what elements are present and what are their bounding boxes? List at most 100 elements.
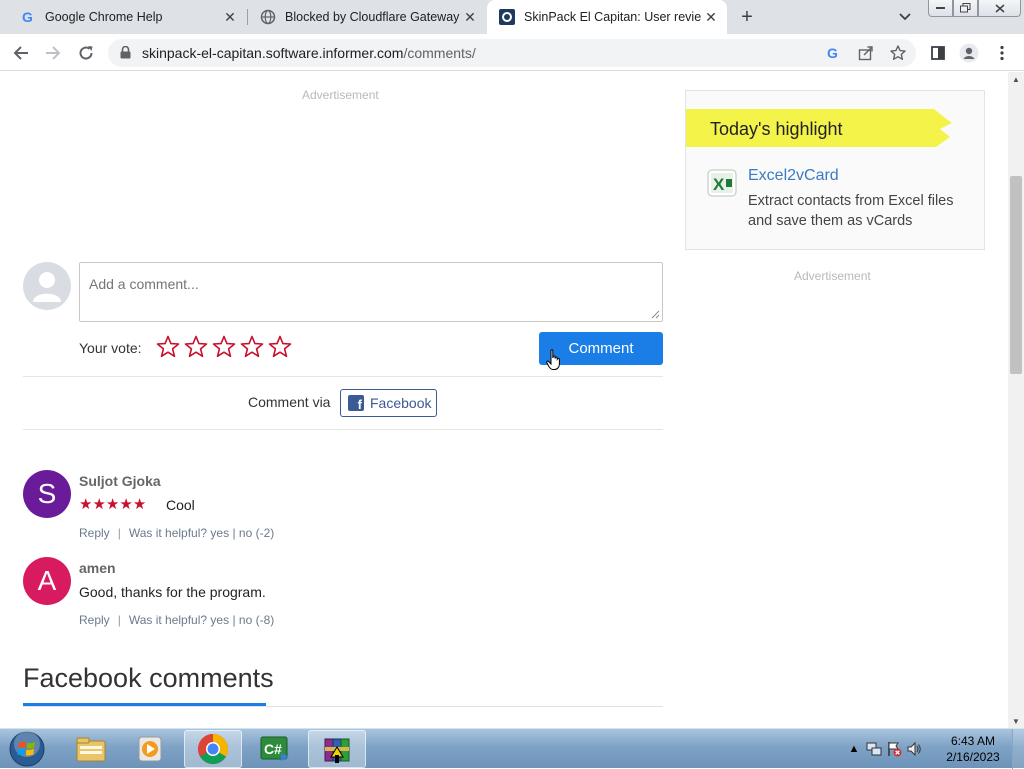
tab-cloudflare[interactable]: Blocked by Cloudflare Gateway ✕ [248, 0, 486, 34]
profile-icon[interactable] [957, 41, 981, 65]
vote-star-1-icon[interactable] [154, 333, 182, 359]
vote-star-5-icon[interactable] [266, 333, 294, 359]
vote-star-3-icon[interactable] [210, 333, 238, 359]
scroll-down-arrow-icon[interactable]: ▼ [1008, 714, 1024, 728]
divider [23, 706, 663, 707]
divider [23, 429, 663, 430]
review-rating-stars: ★ ★ ★ ★ ★ [79, 497, 146, 512]
filled-star-icon: ★ [105, 496, 120, 513]
page-scrollbar[interactable]: ▲ ▼ [1008, 72, 1024, 728]
hand-pointer-cursor-icon [546, 349, 560, 370]
file-explorer-icon [76, 737, 106, 762]
helpful-no-link[interactable]: no (-2) [239, 526, 274, 540]
close-tab-icon[interactable]: ✕ [460, 7, 480, 27]
helpful-label: Was it helpful? [128, 526, 208, 540]
divider [23, 376, 663, 377]
taskbar-clock[interactable]: 6:43 AM 2/16/2023 [938, 733, 1008, 765]
tab-title: Blocked by Cloudflare Gateway [285, 10, 460, 24]
taskbar-chrome[interactable] [184, 730, 242, 768]
taskbar-csharp-editor[interactable]: C# [246, 730, 304, 768]
separator: | [117, 526, 121, 540]
new-tab-button[interactable]: + [735, 5, 759, 29]
lock-icon[interactable] [120, 45, 131, 64]
excel-vcard-app-icon: X [707, 169, 737, 197]
clock-date: 2/16/2023 [946, 750, 1000, 764]
svg-text:X: X [713, 175, 725, 194]
url-path: /comments/ [403, 45, 476, 61]
start-button[interactable] [4, 730, 50, 768]
review-author: Suljot Gjoka [79, 473, 161, 489]
helpful-no-link[interactable]: no (-8) [239, 613, 274, 627]
separator: | [117, 613, 121, 627]
filled-star-icon: ★ [79, 496, 93, 513]
resize-grip-icon[interactable] [651, 310, 660, 319]
advertisement-label: Advertisement [302, 88, 379, 102]
filled-star-icon: ★ [119, 496, 133, 513]
sidebar-advertisement-label: Advertisement [794, 269, 871, 283]
helpful-yes-link[interactable]: yes [210, 613, 229, 627]
reply-link[interactable]: Reply [79, 613, 110, 627]
review-text: Cool [166, 497, 195, 513]
user-silhouette-icon [33, 272, 61, 302]
back-arrow-icon[interactable] [8, 40, 34, 66]
taskbar-media-player[interactable] [121, 730, 179, 768]
url-text: skinpack-el-capitan.software.informer.co… [142, 45, 476, 61]
vote-star-2-icon[interactable] [182, 333, 210, 359]
svg-text:C#: C# [264, 741, 282, 757]
reviewer-avatar: S [23, 470, 71, 518]
media-player-icon [138, 736, 162, 762]
vote-star-4-icon[interactable] [238, 333, 266, 359]
tab-title: SkinPack El Capitan: User reviews [524, 10, 701, 24]
restore-button[interactable] [953, 0, 978, 17]
tab-skinpack-reviews[interactable]: SkinPack El Capitan: User reviews ✕ [487, 0, 727, 34]
informer-icon [499, 9, 515, 25]
helpful-yes-link[interactable]: yes [210, 526, 229, 540]
close-window-button[interactable] [978, 0, 1021, 17]
reply-link[interactable]: Reply [79, 526, 110, 540]
show-desktop-button[interactable] [1012, 729, 1024, 769]
forward-arrow-icon[interactable] [40, 40, 66, 66]
csharp-editor-icon: C# [260, 736, 289, 761]
comment-textarea[interactable]: Add a comment... [79, 262, 663, 322]
share-icon[interactable] [856, 43, 876, 63]
google-translate-g-icon[interactable]: G [823, 43, 843, 63]
facebook-comments-heading: Facebook comments [23, 663, 274, 693]
reload-icon[interactable] [73, 40, 99, 66]
bookmark-star-icon[interactable] [888, 43, 908, 63]
user-avatar-placeholder [23, 262, 71, 310]
address-bar[interactable]: skinpack-el-capitan.software.informer.co… [108, 39, 916, 67]
helpful-label: Was it helpful? [128, 613, 208, 627]
menu-kebab-icon[interactable] [990, 41, 1014, 65]
network-icon[interactable] [864, 739, 884, 759]
tab-chrome-help[interactable]: G Google Chrome Help ✕ [8, 0, 246, 34]
globe-icon [260, 9, 276, 25]
highlight-app-description: Extract contacts from Excel files and sa… [748, 193, 954, 229]
winrar-icon [324, 738, 350, 763]
volume-speaker-icon[interactable] [904, 739, 924, 759]
svg-text:G: G [827, 46, 838, 60]
review-author: amen [79, 560, 116, 576]
windows-taskbar: C# ▲ 6:43 AM 2/16/2023 [0, 728, 1024, 769]
show-hidden-icons-arrow-icon[interactable]: ▲ [844, 739, 864, 759]
minimize-button[interactable] [928, 0, 953, 17]
tab-search-chevron-icon[interactable] [895, 8, 915, 26]
taskbar-winrar[interactable] [308, 730, 366, 768]
action-center-flag-icon[interactable] [884, 739, 904, 759]
taskbar-file-explorer[interactable] [62, 730, 120, 768]
window-controls [928, 0, 1021, 18]
scroll-thumb[interactable] [1010, 176, 1022, 374]
close-tab-icon[interactable]: ✕ [701, 7, 721, 27]
scroll-up-arrow-icon[interactable]: ▲ [1008, 72, 1024, 86]
review-actions: Reply | Was it helpful? yes | no (-8) [79, 613, 275, 627]
comment-placeholder: Add a comment... [89, 276, 199, 292]
tab-title: Google Chrome Help [45, 10, 163, 24]
todays-highlight-panel: Today's highlight X Excel2vCard Extract … [685, 90, 985, 250]
reviewer-avatar: A [23, 557, 71, 605]
facebook-button-label: Facebook [370, 395, 432, 411]
review-actions: Reply | Was it helpful? yes | no (-2) [79, 526, 275, 540]
side-panel-icon[interactable] [926, 41, 950, 65]
system-tray: ▲ [844, 729, 924, 769]
highlight-app-link[interactable]: Excel2vCard [748, 167, 839, 185]
facebook-login-button[interactable]: f Facebook [340, 389, 437, 417]
close-tab-icon[interactable]: ✕ [220, 7, 240, 27]
